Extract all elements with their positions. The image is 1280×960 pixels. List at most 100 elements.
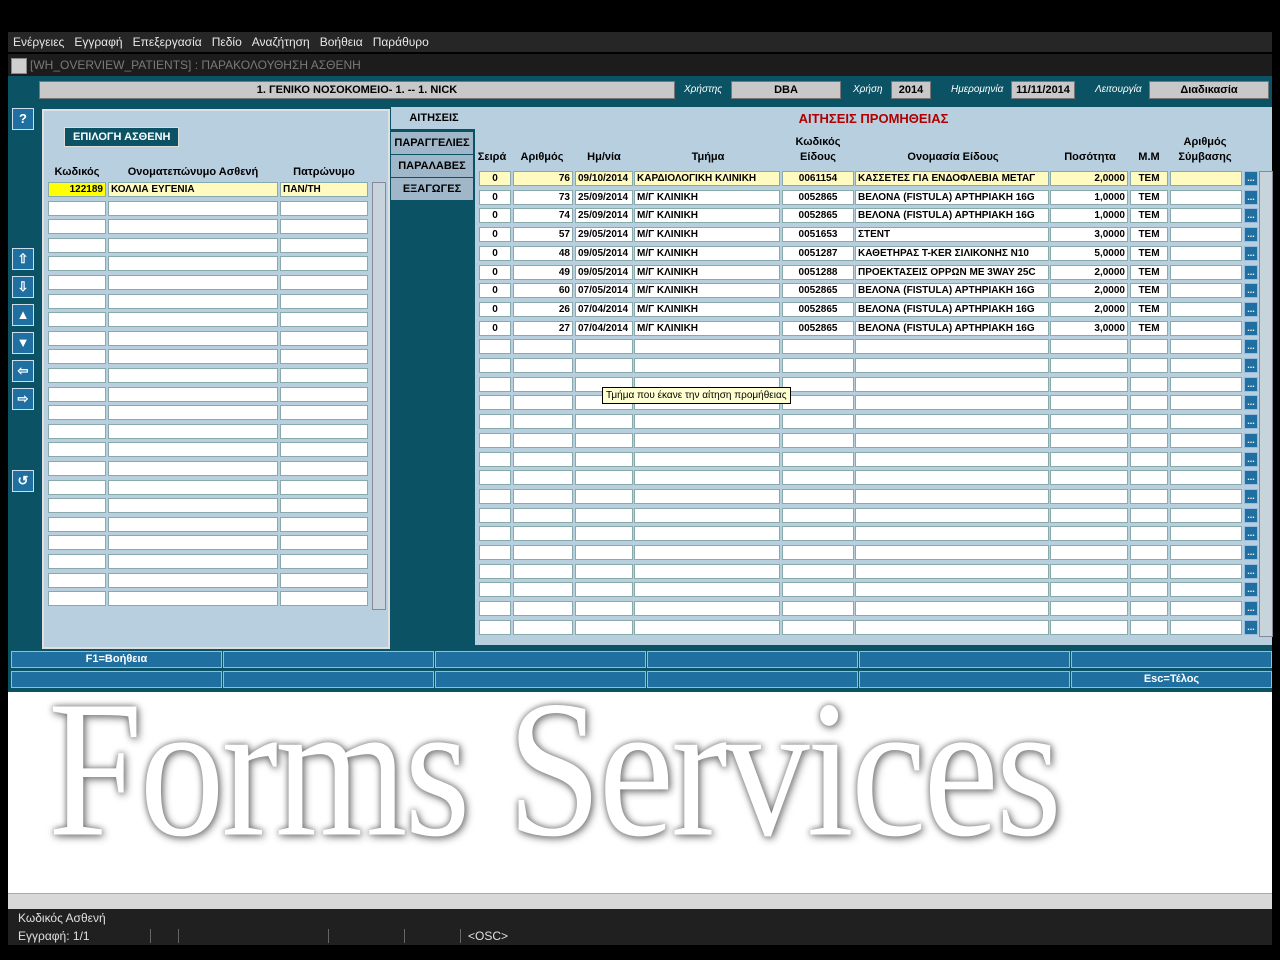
request-cell-seira[interactable] — [479, 451, 511, 467]
request-cell-contract[interactable] — [1170, 451, 1242, 467]
request-cell-contract[interactable] — [1170, 339, 1242, 355]
patient-cell-code[interactable] — [48, 554, 106, 569]
request-cell-dept[interactable] — [634, 526, 780, 542]
patient-cell-code[interactable] — [48, 256, 106, 272]
menu-item[interactable]: Πεδίο — [207, 32, 247, 49]
request-cell-item[interactable] — [855, 619, 1049, 635]
request-cell-num[interactable]: 73 — [513, 189, 573, 205]
patient-cell-name[interactable] — [108, 498, 278, 514]
lov-button[interactable]: ... — [1244, 320, 1258, 336]
patient-cell-code[interactable] — [48, 312, 106, 328]
patient-cell-code[interactable] — [48, 479, 106, 495]
request-cell-code[interactable] — [782, 601, 854, 617]
request-cell-qty[interactable]: 1,0000 — [1050, 189, 1128, 205]
patient-cell-father[interactable] — [280, 516, 368, 532]
request-cell-code[interactable] — [782, 526, 854, 542]
request-cell-qty[interactable]: 2,0000 — [1050, 301, 1128, 317]
request-cell-contract[interactable] — [1170, 189, 1242, 205]
request-cell-unit[interactable]: ΤΕΜ — [1130, 227, 1168, 243]
request-cell-code[interactable]: 0051288 — [782, 264, 854, 280]
patient-cell-name[interactable] — [108, 591, 278, 607]
patient-cell-code[interactable] — [48, 442, 106, 458]
request-cell-code[interactable] — [782, 376, 854, 392]
patient-cell-code[interactable] — [48, 516, 106, 532]
request-cell-date[interactable] — [575, 507, 633, 523]
request-cell-dept[interactable] — [634, 582, 780, 598]
request-cell-date[interactable]: 07/04/2014 — [575, 301, 633, 317]
lov-button[interactable]: ... — [1244, 245, 1258, 261]
request-cell-unit[interactable] — [1130, 563, 1168, 579]
request-cell-unit[interactable] — [1130, 414, 1168, 430]
request-cell-unit[interactable]: ΤΕΜ — [1130, 189, 1168, 205]
request-cell-item[interactable] — [855, 470, 1049, 486]
request-cell-code[interactable] — [782, 432, 854, 448]
request-cell-num[interactable]: 49 — [513, 264, 573, 280]
horizontal-scrollbar[interactable] — [8, 893, 1272, 909]
request-cell-qty[interactable]: 3,0000 — [1050, 227, 1128, 243]
request-cell-unit[interactable] — [1130, 488, 1168, 504]
patient-cell-name[interactable] — [108, 535, 278, 551]
request-cell-date[interactable] — [575, 488, 633, 504]
request-cell-date[interactable]: 29/05/2014 — [575, 227, 633, 243]
patient-cell-code[interactable] — [48, 293, 106, 309]
request-cell-item[interactable]: ΚΑΘΕΤΗΡΑΣ Τ-KER ΣΙΛΙΚΟΝΗΣ Ν10 — [855, 245, 1049, 261]
request-cell-dept[interactable]: Μ/Γ ΚΛΙΝΙΚΗ — [634, 189, 780, 205]
request-cell-num[interactable] — [513, 432, 573, 448]
patient-cell-name[interactable] — [108, 256, 278, 272]
request-cell-num[interactable] — [513, 545, 573, 560]
request-cell-num[interactable] — [513, 414, 573, 430]
lov-button[interactable]: ... — [1244, 264, 1258, 280]
request-cell-contract[interactable] — [1170, 376, 1242, 392]
request-cell-code[interactable]: 0052865 — [782, 320, 854, 336]
request-cell-seira[interactable]: 0 — [479, 301, 511, 317]
patient-cell-father[interactable] — [280, 461, 368, 476]
request-cell-code[interactable] — [782, 582, 854, 598]
request-cell-qty[interactable]: 1,0000 — [1050, 208, 1128, 224]
patient-cell-name[interactable] — [108, 554, 278, 569]
request-cell-num[interactable]: 76 — [513, 171, 573, 186]
request-cell-contract[interactable] — [1170, 264, 1242, 280]
request-cell-date[interactable] — [575, 358, 633, 373]
request-cell-date[interactable] — [575, 563, 633, 579]
patient-cell-name[interactable] — [108, 479, 278, 495]
menu-item[interactable]: Παράθυρο — [368, 32, 434, 49]
request-cell-num[interactable] — [513, 582, 573, 598]
request-cell-qty[interactable] — [1050, 507, 1128, 523]
request-cell-item[interactable] — [855, 395, 1049, 411]
undo-icon[interactable]: ↺ — [12, 470, 34, 492]
request-cell-code[interactable]: 0052865 — [782, 283, 854, 299]
request-cell-qty[interactable]: 2,0000 — [1050, 264, 1128, 280]
request-cell-item[interactable] — [855, 488, 1049, 504]
request-cell-seira[interactable] — [479, 376, 511, 392]
request-cell-code[interactable] — [782, 339, 854, 355]
request-cell-code[interactable] — [782, 619, 854, 635]
request-cell-code[interactable] — [782, 488, 854, 504]
request-cell-code[interactable] — [782, 451, 854, 467]
lov-button[interactable]: ... — [1244, 283, 1258, 299]
request-cell-item[interactable]: ΒΕΛΟΝΑ (FISTULA) ΑΡΤΗΡΙΑΚΗ 16G — [855, 320, 1049, 336]
request-cell-item[interactable] — [855, 526, 1049, 542]
lov-button[interactable]: ... — [1244, 545, 1258, 560]
request-cell-item[interactable]: ΒΕΛΟΝΑ (FISTULA) ΑΡΤΗΡΙΑΚΗ 16G — [855, 189, 1049, 205]
request-cell-item[interactable] — [855, 432, 1049, 448]
request-cell-date[interactable]: 25/09/2014 — [575, 189, 633, 205]
patient-cell-father[interactable] — [280, 330, 368, 346]
patient-cell-father[interactable] — [280, 200, 368, 216]
patient-cell-name[interactable] — [108, 386, 278, 402]
request-cell-code[interactable]: 0052865 — [782, 301, 854, 317]
request-cell-item[interactable] — [855, 545, 1049, 560]
request-cell-num[interactable] — [513, 507, 573, 523]
request-cell-code[interactable]: 0052865 — [782, 189, 854, 205]
patient-cell-father[interactable] — [280, 219, 368, 235]
tab-exports[interactable]: ΕΞΑΓΩΓΕΣ — [391, 178, 473, 200]
request-cell-unit[interactable]: ΤΕΜ — [1130, 320, 1168, 336]
patient-cell-father[interactable] — [280, 256, 368, 272]
request-cell-num[interactable] — [513, 339, 573, 355]
request-cell-date[interactable]: 07/05/2014 — [575, 283, 633, 299]
patient-cell-code[interactable] — [48, 237, 106, 253]
request-cell-seira[interactable] — [479, 395, 511, 411]
request-cell-date[interactable] — [575, 414, 633, 430]
request-cell-dept[interactable]: Μ/Γ ΚΛΙΝΙΚΗ — [634, 264, 780, 280]
request-cell-seira[interactable]: 0 — [479, 320, 511, 336]
patient-cell-name[interactable] — [108, 312, 278, 328]
